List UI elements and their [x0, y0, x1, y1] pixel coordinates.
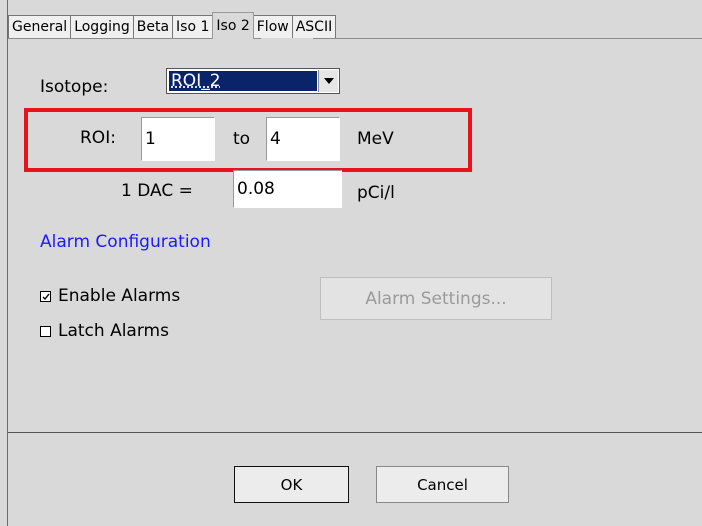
alarm-settings-button[interactable]: Alarm Settings... — [320, 277, 552, 320]
isotope-dropdown-button[interactable] — [318, 70, 338, 92]
latch-alarms-checkbox[interactable]: Latch Alarms — [40, 321, 169, 341]
roi-to-field[interactable] — [266, 117, 340, 161]
cancel-button[interactable]: Cancel — [376, 466, 509, 503]
alarm-configuration-title: Alarm Configuration — [40, 232, 211, 252]
roi-unit-label: MeV — [357, 129, 394, 149]
active-tab-gap — [261, 38, 313, 39]
footer-separator — [8, 432, 702, 433]
enable-alarms-checkbox[interactable]: Enable Alarms — [40, 286, 180, 306]
tab-flow[interactable]: Flow — [252, 15, 293, 39]
isotope-select[interactable]: ROI_2 — [166, 68, 340, 94]
window-edge — [7, 0, 8, 526]
dac-unit-label: pCi/l — [357, 183, 395, 203]
enable-alarms-label: Enable Alarms — [58, 286, 181, 306]
roi-label: ROI: — [80, 128, 116, 148]
dac-label: 1 DAC = — [121, 181, 193, 201]
enable-alarms-box[interactable] — [40, 290, 51, 302]
tab-iso-2[interactable]: Iso 2 — [212, 12, 254, 39]
tab-strip: General Logging Beta Iso 1 Iso 2 Flow AS… — [8, 12, 337, 39]
latch-alarms-box[interactable] — [40, 325, 51, 337]
roi-to-label: to — [233, 129, 251, 149]
tab-divider — [8, 38, 702, 39]
roi-from-field[interactable] — [141, 117, 215, 161]
tab-beta[interactable]: Beta — [132, 15, 174, 39]
checkmark-icon — [42, 293, 50, 300]
isotope-selected-value: ROI_2 — [169, 71, 317, 91]
latch-alarms-label: Latch Alarms — [58, 321, 169, 341]
chevron-down-icon — [323, 78, 334, 84]
isotope-label: Isotope: — [40, 77, 109, 97]
tab-logging[interactable]: Logging — [70, 15, 134, 39]
isotope-selected-text: ROI_2 — [171, 71, 221, 91]
settings-dialog: General Logging Beta Iso 1 Iso 2 Flow AS… — [0, 0, 702, 526]
dac-value-field[interactable] — [233, 170, 342, 208]
tab-ascii[interactable]: ASCII — [291, 15, 337, 39]
tab-general[interactable]: General — [8, 15, 72, 39]
tab-iso-1[interactable]: Iso 1 — [172, 15, 214, 39]
ok-button[interactable]: OK — [234, 466, 349, 503]
